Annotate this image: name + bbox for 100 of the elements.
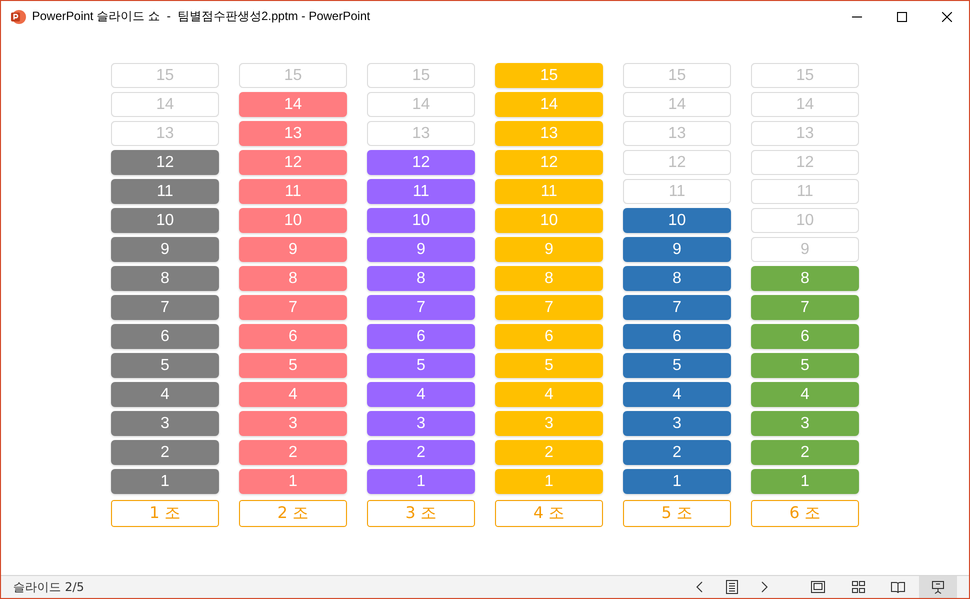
score-cell[interactable]: 13 [495,121,603,146]
score-cell[interactable]: 7 [495,295,603,320]
score-cell[interactable]: 12 [367,150,475,175]
score-cell[interactable]: 2 [111,440,219,465]
score-cell[interactable]: 7 [239,295,347,320]
score-cell[interactable]: 13 [111,121,219,146]
score-cell[interactable]: 5 [111,353,219,378]
score-cell[interactable]: 8 [239,266,347,291]
score-cell[interactable]: 1 [623,469,731,494]
score-cell[interactable]: 12 [495,150,603,175]
score-cell[interactable]: 13 [623,121,731,146]
score-cell[interactable]: 10 [367,208,475,233]
score-cell[interactable]: 6 [239,324,347,349]
score-cell[interactable]: 14 [239,92,347,117]
slideshow-button[interactable] [919,576,957,598]
score-cell[interactable]: 3 [367,411,475,436]
score-cell[interactable]: 2 [239,440,347,465]
score-cell[interactable]: 8 [367,266,475,291]
maximize-icon [896,12,906,22]
score-cell[interactable]: 10 [239,208,347,233]
score-cell[interactable]: 9 [239,237,347,262]
score-cell[interactable]: 15 [751,63,859,88]
score-cell[interactable]: 15 [495,63,603,88]
score-cell[interactable]: 5 [623,353,731,378]
score-cell[interactable]: 2 [623,440,731,465]
score-cell[interactable]: 7 [367,295,475,320]
score-cell[interactable]: 4 [239,382,347,407]
list-icon [726,580,738,594]
score-cell[interactable]: 6 [111,324,219,349]
score-cell[interactable]: 11 [111,179,219,204]
score-cell[interactable]: 14 [111,92,219,117]
score-cell[interactable]: 6 [623,324,731,349]
score-cell[interactable]: 10 [751,208,859,233]
score-cell[interactable]: 13 [239,121,347,146]
score-cell[interactable]: 11 [623,179,731,204]
score-cell[interactable]: 11 [751,179,859,204]
score-cell[interactable]: 4 [495,382,603,407]
score-cell[interactable]: 4 [751,382,859,407]
grid-icon [852,581,864,593]
score-cell[interactable]: 7 [111,295,219,320]
score-cell[interactable]: 8 [623,266,731,291]
score-cell[interactable]: 10 [623,208,731,233]
score-cell[interactable]: 12 [239,150,347,175]
score-cell[interactable]: 9 [751,237,859,262]
score-cell[interactable]: 11 [239,179,347,204]
score-cell[interactable]: 3 [111,411,219,436]
score-cell[interactable]: 3 [623,411,731,436]
score-cell[interactable]: 4 [367,382,475,407]
score-cell[interactable]: 1 [367,469,475,494]
team-label: 2 조 [239,500,347,527]
book-icon [891,581,905,593]
score-cell[interactable]: 5 [239,353,347,378]
score-cell[interactable]: 2 [751,440,859,465]
score-cell[interactable]: 2 [367,440,475,465]
score-cell[interactable]: 5 [367,353,475,378]
score-cell[interactable]: 10 [495,208,603,233]
score-cell[interactable]: 9 [111,237,219,262]
score-cell[interactable]: 3 [239,411,347,436]
score-cell[interactable]: 9 [367,237,475,262]
score-cell[interactable]: 8 [751,266,859,291]
chevron-left-icon [696,581,704,593]
score-cell[interactable]: 10 [111,208,219,233]
score-cell[interactable]: 13 [367,121,475,146]
score-cell[interactable]: 5 [751,353,859,378]
score-cell[interactable]: 6 [367,324,475,349]
projector-screen-icon [932,580,944,594]
score-cell[interactable]: 9 [495,237,603,262]
score-cell[interactable]: 13 [751,121,859,146]
score-cell[interactable]: 1 [239,469,347,494]
score-cell[interactable]: 15 [623,63,731,88]
score-cell[interactable]: 3 [495,411,603,436]
score-cell[interactable]: 15 [367,63,475,88]
team-label: 4 조 [495,500,603,527]
score-cell[interactable]: 14 [623,92,731,117]
score-cell[interactable]: 7 [623,295,731,320]
score-cell[interactable]: 9 [623,237,731,262]
score-cell[interactable]: 14 [367,92,475,117]
score-cell[interactable]: 14 [495,92,603,117]
score-cell[interactable]: 5 [495,353,603,378]
score-cell[interactable]: 3 [751,411,859,436]
score-cell[interactable]: 11 [367,179,475,204]
score-cell[interactable]: 8 [111,266,219,291]
score-cell[interactable]: 7 [751,295,859,320]
score-cell[interactable]: 15 [111,63,219,88]
score-cell[interactable]: 12 [751,150,859,175]
score-cell[interactable]: 6 [751,324,859,349]
score-cell[interactable]: 6 [495,324,603,349]
score-cell[interactable]: 1 [751,469,859,494]
score-cell[interactable]: 12 [623,150,731,175]
app-logo-icon [10,8,26,24]
score-cell[interactable]: 14 [751,92,859,117]
score-cell[interactable]: 11 [495,179,603,204]
score-cell[interactable]: 15 [239,63,347,88]
score-cell[interactable]: 4 [623,382,731,407]
score-cell[interactable]: 1 [111,469,219,494]
score-cell[interactable]: 1 [495,469,603,494]
score-cell[interactable]: 12 [111,150,219,175]
score-cell[interactable]: 8 [495,266,603,291]
score-cell[interactable]: 2 [495,440,603,465]
score-cell[interactable]: 4 [111,382,219,407]
